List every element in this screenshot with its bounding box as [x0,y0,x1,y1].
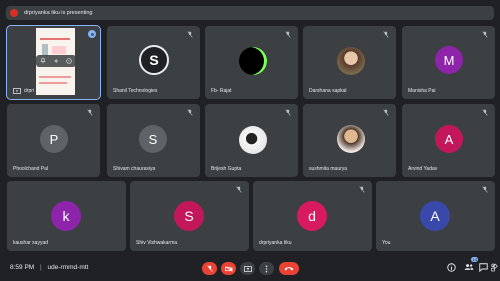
mic-off-icon [206,265,213,272]
chat-icon[interactable] [479,263,488,272]
more-vert-icon [265,265,268,272]
participant-name: Phoolchand Pal [13,166,49,172]
self-tile[interactable]: A You [376,181,495,251]
mic-off-icon [236,186,242,193]
participant-tile[interactable]: d drpriyanka tiku [253,181,372,251]
mic-off-icon [383,31,389,38]
present-to-all-icon [13,88,21,94]
self-name: You [382,240,391,246]
more-options-button[interactable] [259,262,274,275]
participant-name: Fb- Rajat [211,88,232,94]
call-end-icon [284,267,294,271]
participant-tile[interactable]: Darshana sapkal [303,26,396,99]
people-icon[interactable] [464,263,474,271]
participant-name: sushmita maurya [309,166,348,172]
self-avatar: A [420,201,450,231]
remove-icon[interactable] [66,58,73,64]
participant-name: Manisha Pai [408,88,436,94]
presenter-avatar [10,9,18,17]
participant-logo: S [139,45,169,75]
clock-time: 8:59 PM [10,264,35,271]
participant-photo [337,125,365,153]
participant-tile[interactable]: S Shanil Technologies [107,26,200,99]
camera-toggle-button[interactable] [221,262,236,275]
participant-name: Shiv Vishwakarma [136,240,178,246]
participant-photo [337,47,365,75]
participant-avatar: d [297,201,327,231]
present-to-all-icon [243,265,252,272]
presenting-text: drpriyanka tiku is presenting [24,10,93,16]
activities-icon[interactable] [491,263,498,272]
mic-off-icon [87,109,93,116]
participant-tile[interactable]: M Manisha Pai [402,26,495,99]
presentation-label: drpri [24,88,35,94]
participant-name: Darshana sapkal [309,88,347,94]
tile-hover-controls [36,55,76,67]
participant-tile[interactable]: Brijesh Gupta [205,104,298,177]
pin-icon[interactable] [40,58,46,64]
participant-avatar: k [51,201,81,231]
participant-tile[interactable]: sushmita maurya [303,104,396,177]
participant-name: Brijesh Gupta [211,166,242,172]
audio-indicator-icon [88,30,96,38]
meeting-info: 8:59 PM | ude-rmmd-mtt [10,264,88,271]
mic-off-icon [383,109,389,116]
mic-off-icon [285,109,291,116]
mic-off-icon [285,31,291,38]
participant-name: kaushar sayyad [13,240,49,246]
participant-tile[interactable]: Fb- Rajat [205,26,298,99]
mic-off-icon [482,31,488,38]
participant-tile[interactable]: S Shivam chaurasiya [107,104,200,177]
participant-avatar: P [40,125,68,153]
separator: | [40,264,42,271]
participant-avatar: M [435,46,463,74]
mic-off-icon [187,109,193,116]
leave-call-button[interactable] [279,262,299,275]
mic-off-icon [359,186,365,193]
info-icon[interactable] [447,263,456,272]
mic-off-icon [482,186,488,193]
mic-off-icon [187,31,193,38]
participant-count-badge: 14 [471,257,479,262]
participant-tile[interactable]: k kaushar sayyad [7,181,126,251]
participant-name: drpriyanka tiku [259,240,292,246]
mic-toggle-button[interactable] [202,262,217,275]
presenting-banner: drpriyanka tiku is presenting [6,6,494,20]
mic-level-icon [54,59,59,63]
participant-avatar: S [139,125,167,153]
participant-tile[interactable]: A Arvind Yadav [402,104,495,177]
meeting-code: ude-rmmd-mtt [47,264,89,271]
presentation-tile[interactable]: drpri [6,25,101,100]
mic-off-icon [482,109,488,116]
present-button[interactable] [240,262,255,275]
participant-name: Shivam chaurasiya [113,166,156,172]
participant-avatar: A [435,125,463,153]
videocam-off-icon [224,265,233,272]
participant-name: Arvind Yadav [408,166,438,172]
participant-avatar: S [174,201,204,231]
participant-photo [239,47,267,75]
participant-tile[interactable]: P Phoolchand Pal [7,104,100,177]
participant-tile[interactable]: S Shiv Vishwakarma [130,181,249,251]
participant-photo [239,126,267,154]
participant-name: Shanil Technologies [113,88,158,94]
control-bar: 8:59 PM | ude-rmmd-mtt 14 [0,256,500,281]
